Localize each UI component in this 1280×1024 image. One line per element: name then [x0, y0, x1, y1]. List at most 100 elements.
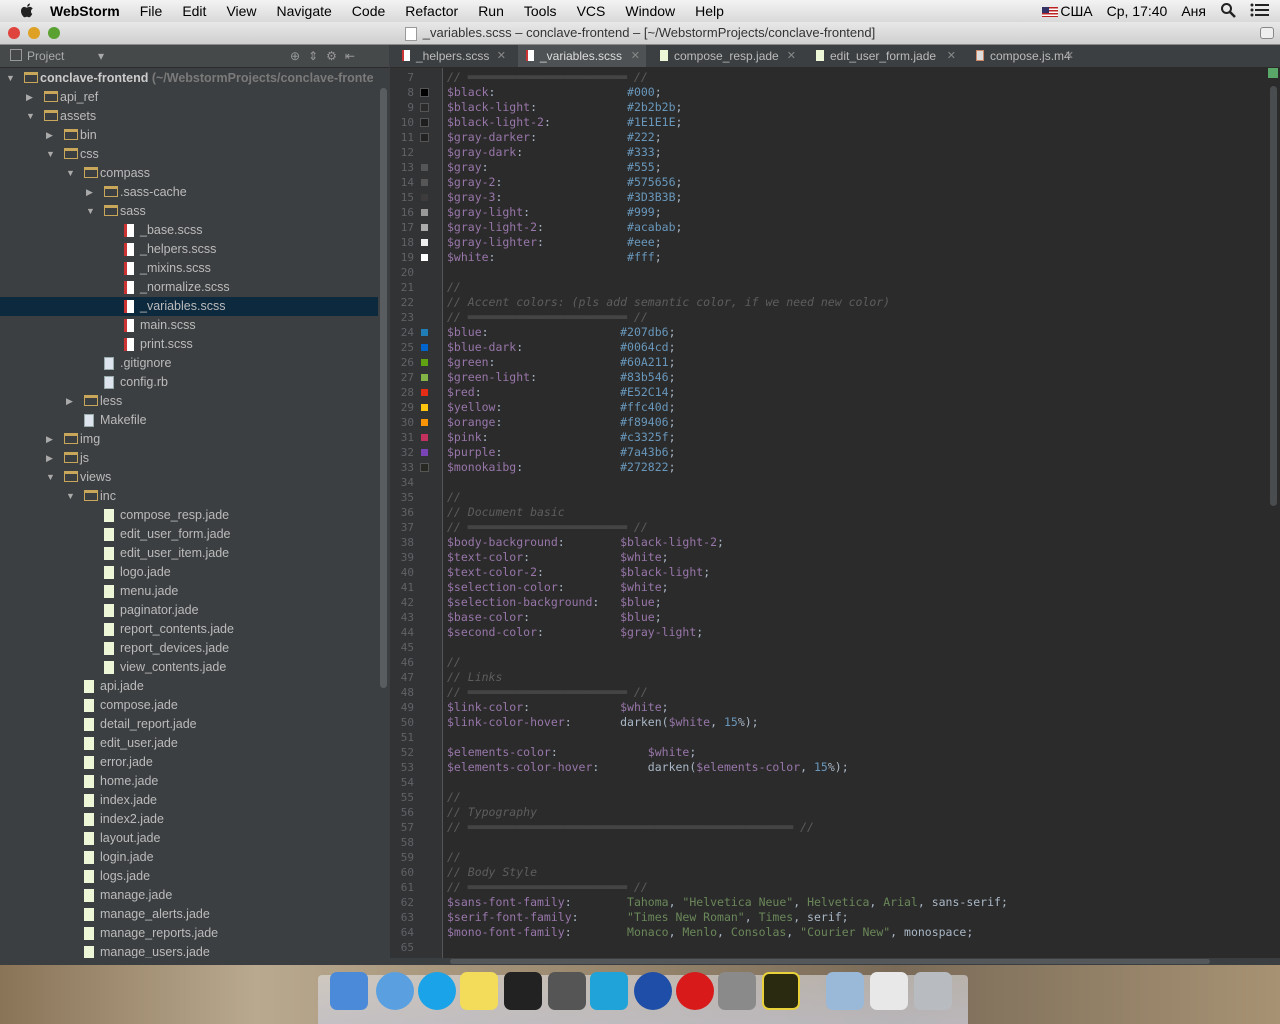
tree-folder[interactable]: ▼ css: [0, 145, 378, 164]
tree-file[interactable]: Makefile: [0, 411, 378, 430]
spotlight-search-icon[interactable]: [1220, 2, 1236, 21]
editor-scrollbar[interactable]: [1267, 68, 1280, 958]
tree-file[interactable]: main.scss: [0, 316, 378, 335]
color-swatch-icon[interactable]: [420, 103, 429, 112]
scrollbar-thumb[interactable]: [380, 88, 387, 688]
color-swatch-icon[interactable]: [420, 463, 429, 472]
expanded-arrow-icon[interactable]: ▼: [26, 107, 36, 126]
downloads-folder-icon[interactable]: [826, 972, 864, 1010]
menu-item-tools[interactable]: Tools: [524, 3, 557, 19]
color-swatch-icon[interactable]: [421, 389, 428, 396]
fireworks-icon[interactable]: [762, 972, 800, 1010]
project-tree-scrollbar[interactable]: [378, 68, 389, 958]
tree-file[interactable]: home.jade: [0, 772, 378, 791]
color-swatch-icon[interactable]: [421, 359, 428, 366]
input-source[interactable]: США: [1042, 3, 1093, 19]
menu-item-file[interactable]: File: [140, 3, 163, 19]
tree-folder[interactable]: ▶ img: [0, 430, 378, 449]
tree-file[interactable]: _helpers.scss: [0, 240, 378, 259]
editor-tab[interactable]: _variables.scss ✕: [518, 45, 646, 67]
color-swatch-icon[interactable]: [421, 449, 428, 456]
minimize-window-button[interactable]: [28, 27, 40, 39]
tree-file[interactable]: _mixins.scss: [0, 259, 378, 278]
collapsed-arrow-icon[interactable]: ▶: [86, 183, 96, 202]
collapsed-arrow-icon[interactable]: ▶: [46, 449, 56, 468]
color-swatch-icon[interactable]: [421, 254, 428, 261]
project-view-selector[interactable]: Project: [10, 45, 64, 67]
color-swatch-icon[interactable]: [421, 194, 428, 201]
tree-file[interactable]: _variables.scss: [0, 297, 378, 316]
color-swatch-icon[interactable]: [421, 419, 428, 426]
menu-item-vcs[interactable]: VCS: [577, 3, 606, 19]
tree-folder[interactable]: ▼ compass: [0, 164, 378, 183]
fullscreen-button[interactable]: [1260, 27, 1274, 39]
collapsed-arrow-icon[interactable]: ▶: [66, 392, 76, 411]
color-swatch-icon[interactable]: [421, 149, 428, 156]
tree-file[interactable]: config.rb: [0, 373, 378, 392]
tree-file[interactable]: edit_user_item.jade: [0, 544, 378, 563]
menu-item-window[interactable]: Window: [625, 3, 675, 19]
zoom-window-button[interactable]: [48, 27, 60, 39]
tree-file[interactable]: api.jade: [0, 677, 378, 696]
close-tab-icon[interactable]: ✕: [1065, 45, 1074, 67]
tree-file[interactable]: _base.scss: [0, 221, 378, 240]
code-editor[interactable]: // ═══════════════════════ //$black: #00…: [443, 68, 1267, 958]
color-swatch-icon[interactable]: [421, 344, 428, 351]
tree-file[interactable]: report_devices.jade: [0, 639, 378, 658]
color-swatch-icon[interactable]: [420, 133, 429, 142]
color-swatch-icon[interactable]: [421, 374, 428, 381]
close-window-button[interactable]: [8, 27, 20, 39]
menu-item-navigate[interactable]: Navigate: [277, 3, 332, 19]
tree-file[interactable]: report_contents.jade: [0, 620, 378, 639]
tree-file[interactable]: logo.jade: [0, 563, 378, 582]
expanded-arrow-icon[interactable]: ▼: [6, 69, 16, 88]
expanded-arrow-icon[interactable]: ▼: [66, 164, 76, 183]
trash-icon[interactable]: [914, 972, 952, 1010]
stickies-icon[interactable]: [460, 972, 498, 1010]
editor-tab[interactable]: edit_user_form.jade ✕: [808, 45, 962, 67]
close-tab-icon[interactable]: ✕: [497, 45, 506, 67]
tree-folder[interactable]: ▶ api_ref: [0, 88, 378, 107]
locate-file-icon[interactable]: ⊕: [290, 45, 300, 67]
hide-panel-icon[interactable]: ⇤: [345, 45, 355, 67]
collapsed-arrow-icon[interactable]: ▶: [46, 430, 56, 449]
tree-file[interactable]: logs.jade: [0, 867, 378, 886]
color-swatch-icon[interactable]: [421, 164, 428, 171]
editor-tab[interactable]: compose.js.m4 ✕: [968, 45, 1080, 67]
user-name[interactable]: Аня: [1181, 3, 1206, 19]
tree-folder[interactable]: ▶ bin: [0, 126, 378, 145]
tree-file[interactable]: index2.jade: [0, 810, 378, 829]
tree-file[interactable]: menu.jade: [0, 582, 378, 601]
tree-folder[interactable]: ▶ js: [0, 449, 378, 468]
menu-item-code[interactable]: Code: [352, 3, 385, 19]
tree-folder[interactable]: ▼ inc: [0, 487, 378, 506]
menu-item-refactor[interactable]: Refactor: [405, 3, 458, 19]
close-tab-icon[interactable]: ✕: [631, 45, 640, 67]
expanded-arrow-icon[interactable]: ▼: [66, 487, 76, 506]
tree-file[interactable]: layout.jade: [0, 829, 378, 848]
skype-icon[interactable]: [418, 972, 456, 1010]
tree-file[interactable]: manage.jade: [0, 886, 378, 905]
tree-folder[interactable]: ▼ conclave-frontend (~/WebstormProjects/c…: [0, 69, 378, 88]
tree-folder[interactable]: ▼ sass: [0, 202, 378, 221]
expanded-arrow-icon[interactable]: ▼: [86, 202, 96, 221]
tree-file[interactable]: compose.jade: [0, 696, 378, 715]
webstorm-icon[interactable]: [590, 972, 628, 1010]
clock[interactable]: Ср, 17:40: [1107, 3, 1168, 19]
tree-folder[interactable]: ▼ assets: [0, 107, 378, 126]
expanded-arrow-icon[interactable]: ▼: [46, 145, 56, 164]
close-tab-icon[interactable]: ✕: [787, 45, 796, 67]
mail-icon[interactable]: [870, 972, 908, 1010]
tree-file[interactable]: view_contents.jade: [0, 658, 378, 677]
menu-item-help[interactable]: Help: [695, 3, 724, 19]
tree-file[interactable]: edit_user_form.jade: [0, 525, 378, 544]
tree-file[interactable]: compose_resp.jade: [0, 506, 378, 525]
tree-file[interactable]: print.scss: [0, 335, 378, 354]
editor-horizontal-scrollbar[interactable]: [390, 958, 1280, 965]
color-swatch-icon[interactable]: [421, 179, 428, 186]
tree-file[interactable]: paginator.jade: [0, 601, 378, 620]
finder-icon[interactable]: [330, 972, 368, 1010]
color-swatch-icon[interactable]: [421, 224, 428, 231]
tree-file[interactable]: manage_reports.jade: [0, 924, 378, 943]
tree-file[interactable]: error.jade: [0, 753, 378, 772]
